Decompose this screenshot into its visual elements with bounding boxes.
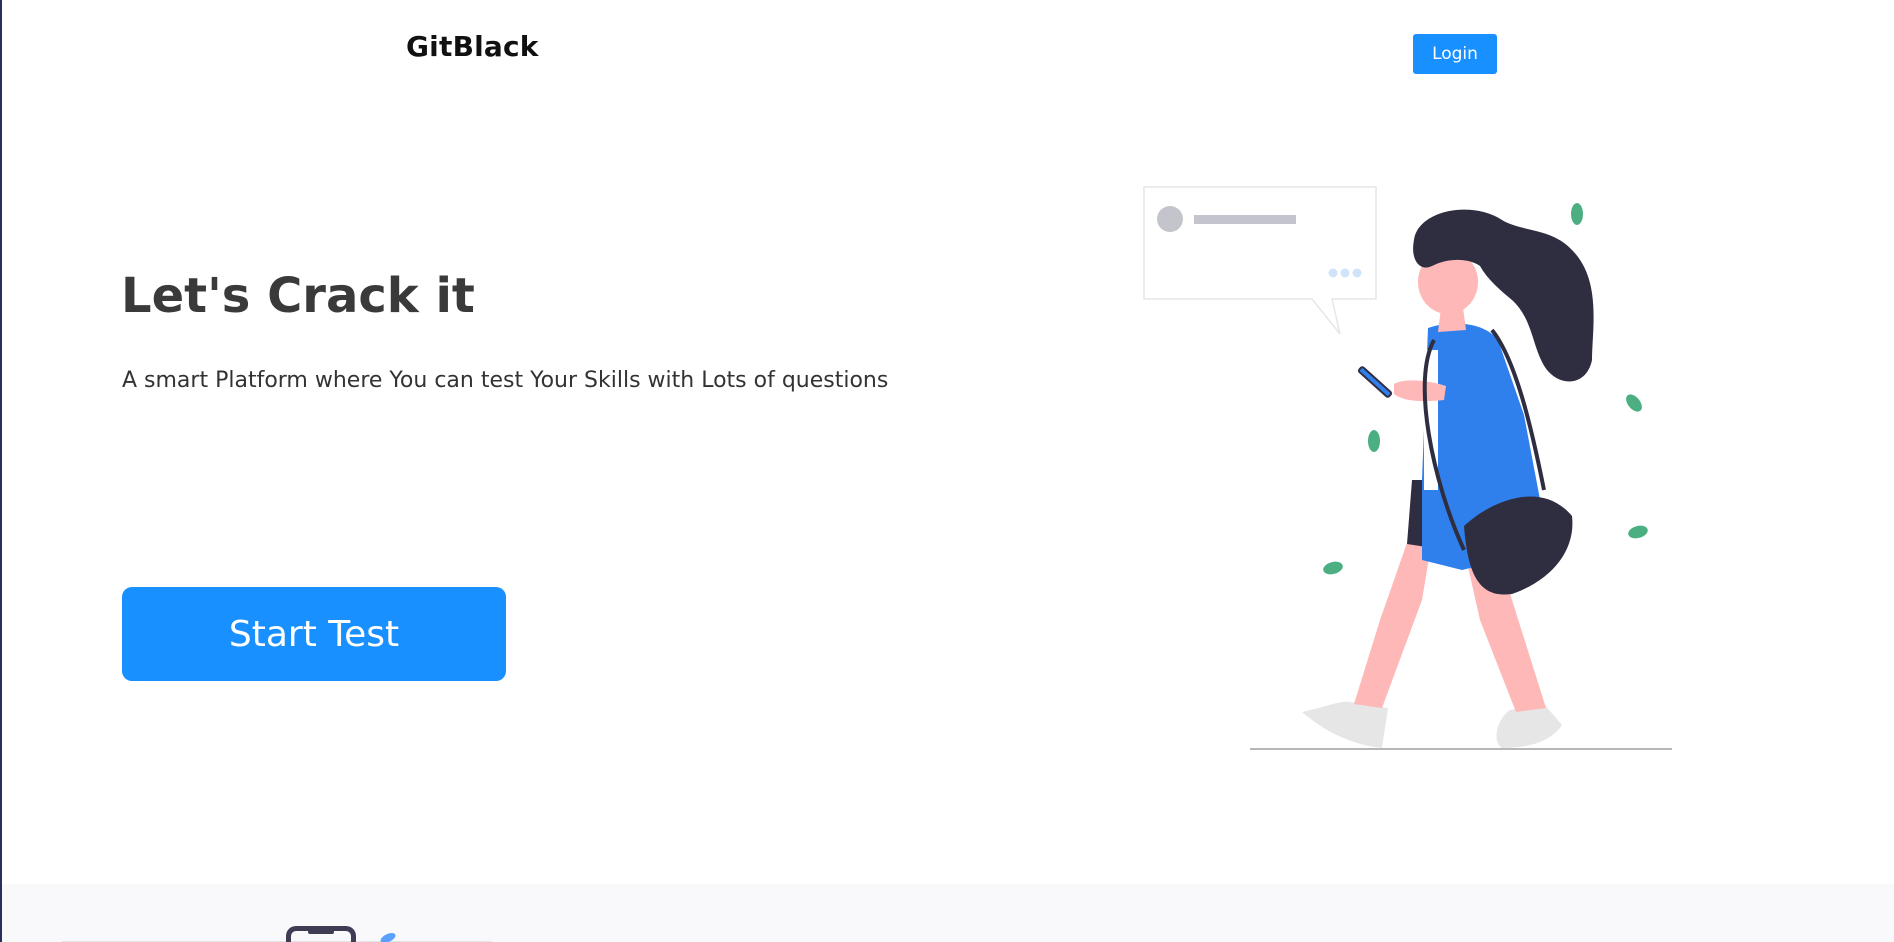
hero-title: Let's Crack it: [121, 268, 475, 324]
start-test-button[interactable]: Start Test: [122, 587, 506, 681]
phone-icon: [286, 926, 356, 942]
phone-icon: [1357, 366, 1393, 398]
woman-walking-illustration: [1143, 186, 1672, 750]
page: GitBlack Login Let's Crack it A smart Pl…: [0, 0, 1894, 942]
footer-preview-section: [2, 884, 1894, 942]
phone-notch-icon: [308, 930, 334, 934]
navbar: GitBlack Login: [2, 0, 1894, 100]
brand-logo[interactable]: GitBlack: [406, 30, 539, 63]
chat-bubble-icon: [1143, 186, 1377, 335]
hero-subtitle: A smart Platform where You can test Your…: [122, 368, 889, 393]
login-button[interactable]: Login: [1413, 34, 1497, 74]
